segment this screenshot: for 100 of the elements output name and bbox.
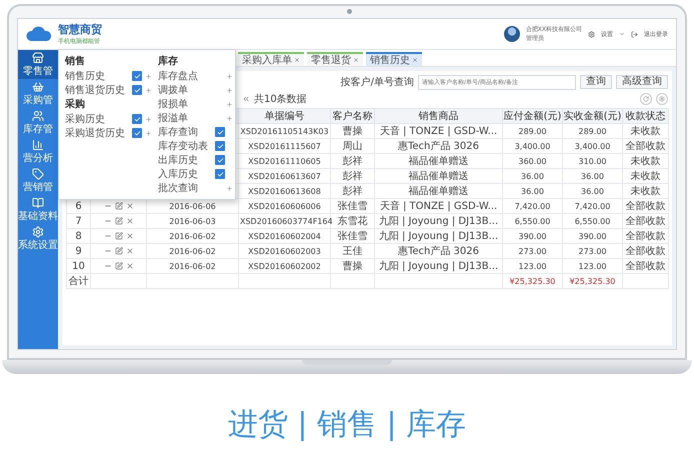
table-cell: 310.00 — [562, 154, 622, 168]
menu-group-title: 库存 — [158, 54, 179, 69]
delete-icon[interactable] — [126, 262, 134, 270]
menu-group-title: 采购 — [65, 98, 86, 112]
table-cell: 123.00 — [562, 258, 622, 274]
menu-item[interactable]: 库存盘点 — [158, 69, 212, 83]
column-header: 单据编号 — [238, 108, 330, 124]
table-cell: 曹操 — [330, 124, 374, 138]
refresh-icon[interactable] — [640, 93, 652, 105]
table-cell: 周山 — [330, 138, 374, 154]
tab[interactable]: 零售退货 — [307, 52, 363, 66]
table-cell: 未收款 — [622, 124, 668, 138]
cloud-logo-icon — [26, 25, 52, 43]
advanced-search-button[interactable]: 高级查询 — [616, 75, 668, 89]
menu-item[interactable]: 销售退货历史 — [65, 83, 129, 97]
table-cell: 天音 | TONZE | GSD-W... — [374, 124, 502, 138]
checkbox[interactable] — [132, 128, 142, 138]
sidebar-item[interactable]: 营销管 — [18, 166, 58, 195]
table-cell: XSD20160602002 — [238, 258, 330, 274]
table-cell: 九阳 | Joyoung | DJ13B... — [374, 228, 502, 244]
edit-icon[interactable] — [114, 202, 122, 210]
table-cell: 惠Tech产品 3026 — [374, 138, 502, 154]
table-cell: 9 — [66, 244, 90, 258]
table-cell: 6,550.00 — [502, 214, 562, 228]
tag-icon — [32, 168, 44, 180]
table-cell: XSD20161110605 — [238, 154, 330, 168]
table-cell: 九阳 | Joyoung | DJ13B... — [374, 258, 502, 274]
checkbox[interactable] — [215, 169, 225, 179]
basket-icon — [32, 80, 44, 92]
menu-item[interactable]: 采购退货历史 — [65, 126, 129, 140]
table-cell: 273.00 — [562, 244, 622, 258]
table-cell: 8 — [66, 228, 90, 244]
checkbox[interactable] — [132, 114, 142, 124]
delete-icon[interactable] — [126, 246, 134, 255]
checkbox[interactable] — [132, 71, 142, 81]
sidebar-item[interactable]: 营分析 — [18, 137, 58, 166]
caret-icon[interactable] — [619, 31, 625, 37]
table-cell: 390.00 — [502, 228, 562, 244]
checkbox[interactable] — [215, 155, 225, 165]
checkbox[interactable] — [215, 127, 225, 137]
sidebar-item[interactable]: 系统设置 — [18, 224, 58, 253]
table-cell: 全部收款 — [622, 228, 668, 244]
sidebar-item[interactable]: 零售管 — [18, 50, 58, 79]
menu-item[interactable]: 批次查询 — [158, 181, 212, 195]
column-header: 实收金额(元) — [562, 108, 622, 124]
sidebar-item[interactable]: 基础资料 — [18, 195, 58, 224]
table-cell: 390.00 — [562, 228, 622, 244]
table-cell: 天音 | TONZE | GSD-W... — [374, 198, 502, 214]
close-icon[interactable] — [294, 57, 300, 63]
camera-icon — [347, 9, 352, 14]
search-button[interactable]: 查询 — [580, 75, 612, 89]
table-cell: 全部收款 — [622, 198, 668, 214]
edit-icon[interactable] — [114, 246, 122, 255]
table-cell: 福品催单赠送 — [374, 168, 502, 184]
table-cell: 惠Tech产品 3026 — [374, 244, 502, 258]
table-cell: 273.00 — [502, 244, 562, 258]
tab[interactable]: 采购入库单 — [238, 52, 304, 66]
menu-group-title: 销售 — [65, 54, 86, 69]
settings-icon[interactable] — [588, 30, 595, 38]
table-cell: XSD20160613608 — [238, 184, 330, 198]
table-cell: 7 — [66, 214, 90, 228]
tab[interactable]: 销售历史 — [366, 52, 422, 66]
table-cell: 曹操 — [330, 258, 374, 274]
edit-icon[interactable] — [114, 216, 122, 225]
sidebar-item[interactable]: 采购管 — [18, 79, 58, 108]
first-page-icon[interactable] — [242, 95, 250, 103]
column-header: 收款状态 — [622, 108, 668, 124]
sidebar-item[interactable]: 库存管 — [18, 108, 58, 137]
delete-icon[interactable] — [126, 232, 134, 240]
total-amount: ¥25,325.30 — [502, 274, 562, 288]
table-cell: 2016-06-03 — [146, 214, 238, 228]
table-cell: 36.00 — [502, 184, 562, 198]
close-icon[interactable] — [412, 57, 418, 63]
total-amount: ¥25,325.30 — [562, 274, 622, 288]
delete-icon[interactable] — [126, 216, 134, 225]
search-label: 按客户/单号查询 — [340, 76, 414, 89]
table-cell: 未收款 — [622, 168, 668, 184]
people-icon — [32, 110, 44, 122]
table-cell: 九阳 | Joyoung | DJ13B... — [374, 214, 502, 228]
logout-icon[interactable] — [631, 30, 638, 38]
checkbox[interactable] — [215, 141, 225, 151]
checkbox[interactable] — [132, 85, 142, 95]
table-cell: 彭祥 — [330, 184, 374, 198]
column-header: 客户名称 — [330, 108, 374, 124]
table-cell: 2016-06-02 — [146, 228, 238, 244]
edit-icon[interactable] — [114, 262, 122, 270]
record-count: 共10条数据 — [254, 92, 307, 106]
book-icon — [32, 196, 44, 208]
table-cell: XSD20160602004 — [238, 228, 330, 244]
table-cell: 36.00 — [562, 168, 622, 184]
table-cell: 3,400.00 — [502, 138, 562, 154]
delete-icon[interactable] — [126, 202, 134, 210]
close-icon[interactable] — [353, 57, 359, 63]
edit-icon[interactable] — [114, 232, 122, 240]
table-cell: 全部收款 — [622, 244, 668, 258]
menu-item[interactable]: 调拨单 — [158, 83, 212, 97]
menu-item[interactable]: 报损单 — [158, 97, 212, 111]
menu-item[interactable]: 销售历史 — [65, 69, 129, 83]
table-cell: 未收款 — [622, 154, 668, 168]
menu-item[interactable]: 采购历史 — [65, 112, 129, 126]
